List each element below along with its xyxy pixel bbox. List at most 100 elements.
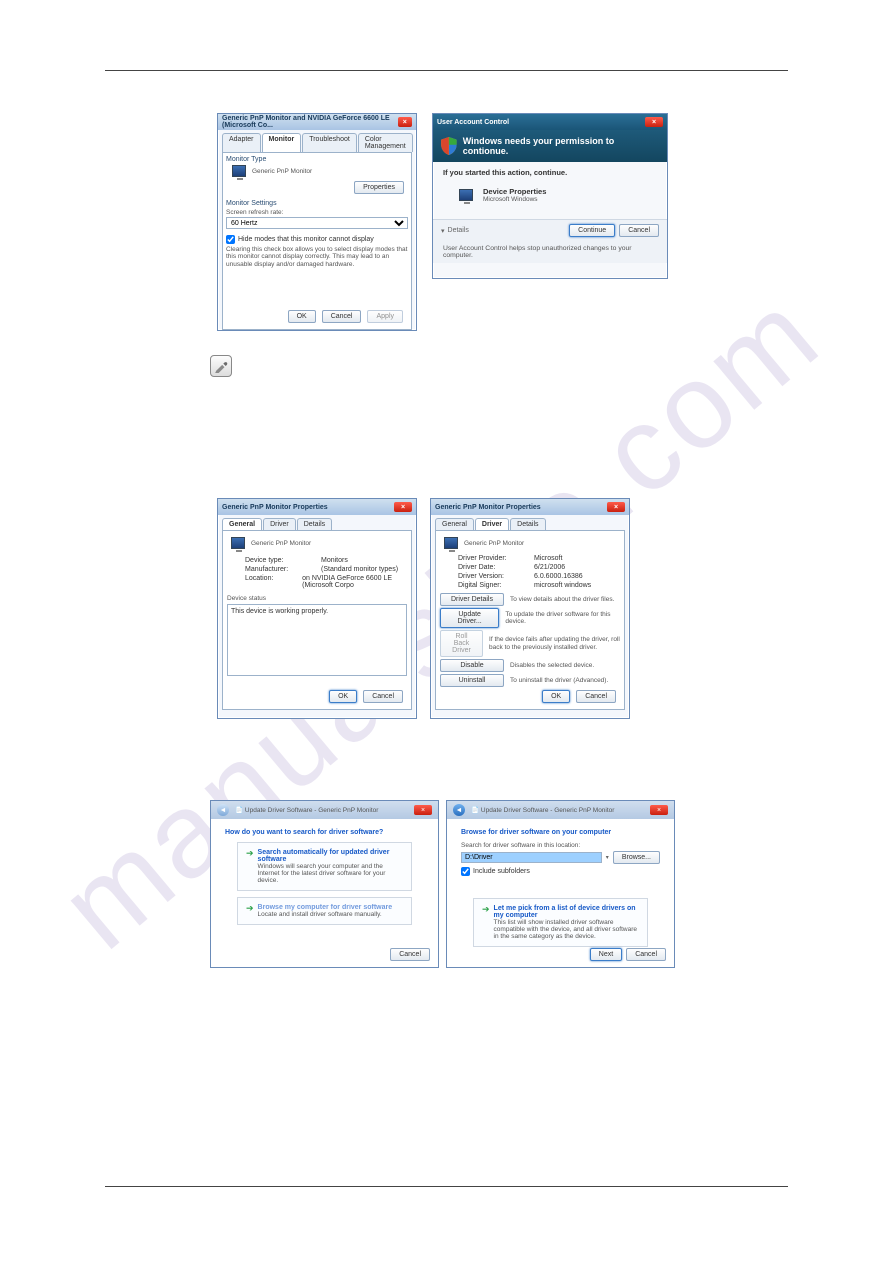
hide-modes-label: Hide modes that this monitor cannot disp…	[238, 236, 374, 243]
continue-button[interactable]: Continue	[569, 224, 615, 237]
monitor-icon	[231, 537, 245, 549]
option-sub: Locate and install driver software manua…	[258, 911, 393, 918]
option-sub: This list will show installed driver sof…	[494, 919, 639, 940]
hide-modes-checkbox[interactable]: Hide modes that this monitor cannot disp…	[226, 235, 408, 244]
device-type-value: Monitors	[321, 557, 348, 564]
monitor-type-label: Monitor Type	[226, 156, 408, 163]
window-title: User Account Control	[437, 119, 509, 126]
close-icon[interactable]: ×	[607, 502, 625, 512]
tab-driver[interactable]: Driver	[475, 518, 509, 530]
top-rule	[105, 70, 788, 71]
digital-signer-value: microsoft windows	[534, 582, 591, 589]
disable-button[interactable]: Disable	[440, 659, 504, 672]
include-subfolders-checkbox[interactable]: Include subfolders	[461, 867, 660, 876]
details-expander[interactable]: ▾ Details	[441, 227, 469, 235]
device-type-label: Device type:	[245, 557, 315, 564]
tabstrip: Adapter Monitor Troubleshoot Color Manag…	[222, 133, 412, 152]
window-title: Generic PnP Monitor Properties	[435, 504, 541, 511]
cancel-button[interactable]: Cancel	[626, 948, 666, 961]
cancel-button[interactable]: Cancel	[619, 224, 659, 237]
wizard-title: 📄 Update Driver Software - Generic PnP M…	[235, 806, 378, 814]
tab-driver[interactable]: Driver	[263, 518, 296, 530]
back-icon[interactable]: ◄	[453, 804, 465, 816]
path-input[interactable]	[461, 852, 602, 863]
ok-button[interactable]: OK	[288, 310, 316, 323]
tab-color-management[interactable]: Color Management	[358, 133, 413, 152]
device-status-label: Device status	[227, 595, 407, 602]
cancel-button[interactable]: Cancel	[576, 690, 616, 703]
driver-version-value: 6.0.6000.16386	[534, 573, 583, 580]
cancel-button[interactable]: Cancel	[390, 948, 430, 961]
option-title: Let me pick from a list of device driver…	[494, 905, 639, 919]
uninstall-help: To uninstall the driver (Advanced).	[510, 677, 608, 684]
option-browse-computer[interactable]: ➔ Browse my computer for driver software…	[237, 897, 412, 925]
tab-details[interactable]: Details	[297, 518, 332, 530]
window-title: Generic PnP Monitor Properties	[222, 504, 328, 511]
option-pick-from-list[interactable]: ➔ Let me pick from a list of device driv…	[473, 898, 648, 947]
chevron-down-icon: ▾	[441, 227, 445, 235]
location-label: Location:	[245, 575, 296, 589]
tab-troubleshoot[interactable]: Troubleshoot	[302, 133, 357, 152]
properties-button[interactable]: Properties	[354, 181, 404, 194]
driver-version-label: Driver Version:	[458, 573, 528, 580]
titlebar: User Account Control ×	[433, 114, 667, 130]
monitor-icon	[232, 165, 246, 177]
shield-icon	[441, 137, 457, 155]
tab-general[interactable]: General	[222, 518, 262, 530]
close-icon[interactable]: ×	[645, 117, 663, 127]
wizard-heading: Browse for driver software on your compu…	[461, 829, 660, 836]
uac-started-text: If you started this action, continue.	[443, 168, 657, 177]
uninstall-button[interactable]: Uninstall	[440, 674, 504, 687]
update-driver-wizard-browse: ◄ 📄 Update Driver Software - Generic PnP…	[446, 800, 675, 968]
program-icon	[459, 189, 473, 201]
rollback-driver-button: Roll Back Driver	[440, 630, 483, 657]
device-status-text: This device is working properly.	[227, 604, 407, 676]
manufacturer-value: (Standard monitor types)	[321, 566, 398, 573]
location-value: on NVIDIA GeForce 6600 LE (Microsoft Cor…	[302, 575, 407, 589]
browse-button[interactable]: Browse...	[613, 851, 660, 864]
details-label: Details	[448, 227, 469, 234]
driver-details-button[interactable]: Driver Details	[440, 593, 504, 606]
include-subfolders-label: Include subfolders	[473, 868, 530, 875]
device-properties-general-dialog: Generic PnP Monitor Properties × General…	[217, 498, 417, 719]
tab-monitor[interactable]: Monitor	[262, 133, 302, 152]
monitor-settings-label: Monitor Settings	[226, 200, 408, 207]
digital-signer-label: Digital Signer:	[458, 582, 528, 589]
option-title: Browse my computer for driver software	[258, 904, 393, 911]
wizard-title: 📄 Update Driver Software - Generic PnP M…	[471, 806, 614, 814]
cancel-button[interactable]: Cancel	[363, 690, 403, 703]
driver-date-value: 6/21/2006	[534, 564, 565, 571]
next-button[interactable]: Next	[590, 948, 622, 961]
update-driver-wizard-search: ◄ 📄 Update Driver Software - Generic PnP…	[210, 800, 439, 968]
tab-general[interactable]: General	[435, 518, 474, 530]
back-icon[interactable]: ◄	[217, 804, 229, 816]
arrow-icon: ➔	[482, 905, 490, 940]
ok-button[interactable]: OK	[542, 690, 570, 703]
monitor-settings-dialog: Generic PnP Monitor and NVIDIA GeForce 6…	[217, 113, 417, 331]
driver-details-help: To view details about the driver files.	[510, 596, 614, 603]
titlebar: Generic PnP Monitor Properties ×	[218, 499, 416, 515]
dropdown-icon[interactable]: ▾	[606, 854, 609, 861]
include-subfolders-input[interactable]	[461, 867, 470, 876]
hide-modes-checkbox-input[interactable]	[226, 235, 235, 244]
cancel-button[interactable]: Cancel	[322, 310, 362, 323]
device-name: Generic PnP Monitor	[251, 540, 311, 547]
device-name: Generic PnP Monitor	[464, 540, 524, 547]
ok-button[interactable]: OK	[329, 690, 357, 703]
tab-details[interactable]: Details	[510, 518, 545, 530]
option-search-automatically[interactable]: ➔ Search automatically for updated drive…	[237, 842, 412, 891]
apply-button: Apply	[367, 310, 403, 323]
window-title: Generic PnP Monitor and NVIDIA GeForce 6…	[222, 115, 398, 129]
close-icon[interactable]: ×	[414, 805, 432, 815]
refresh-rate-select[interactable]: 60 Hertz	[226, 217, 408, 229]
update-driver-button[interactable]: Update Driver...	[440, 608, 499, 628]
note-icon	[210, 355, 232, 377]
option-title: Search automatically for updated driver …	[258, 849, 403, 863]
close-icon[interactable]: ×	[398, 117, 412, 127]
tab-adapter[interactable]: Adapter	[222, 133, 261, 152]
disable-help: Disables the selected device.	[510, 662, 594, 669]
close-icon[interactable]: ×	[650, 805, 668, 815]
arrow-icon: ➔	[246, 849, 254, 884]
close-icon[interactable]: ×	[394, 502, 412, 512]
rollback-driver-help: If the device fails after updating the d…	[489, 636, 620, 650]
